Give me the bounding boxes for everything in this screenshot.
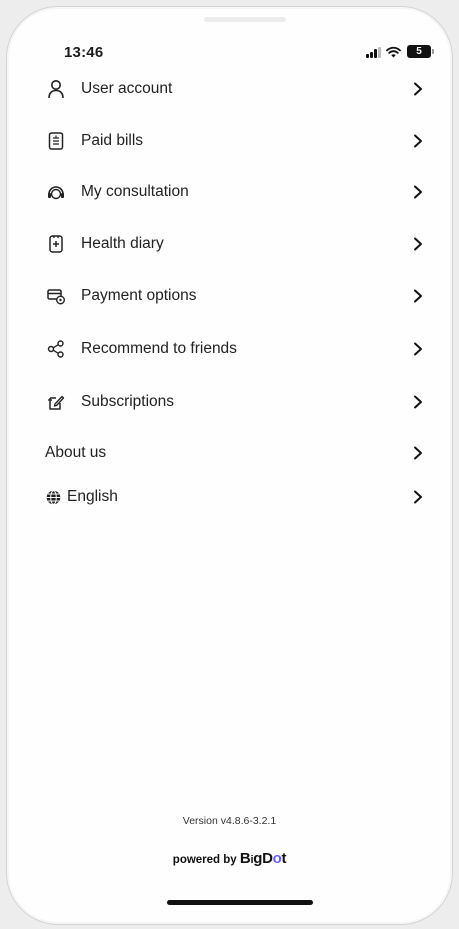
menu-item-subscriptions[interactable]: Subscriptions <box>45 382 425 422</box>
diary-icon <box>45 233 67 255</box>
receipt-icon <box>45 130 67 152</box>
chevron-right-icon <box>411 134 425 148</box>
chevron-right-icon <box>411 289 425 303</box>
bigdot-logo: BigDot <box>239 850 287 867</box>
app-version: Version v4.8.6-3.2.1 <box>182 815 277 827</box>
signal-icon <box>366 47 382 58</box>
menu-item-label: About us <box>45 444 107 461</box>
menu-item-language[interactable]: English <box>45 477 425 517</box>
home-indicator[interactable] <box>167 900 313 905</box>
menu-item-label: Payment options <box>81 287 197 304</box>
menu-item-payment-options[interactable]: Payment options <box>45 276 425 316</box>
share-icon <box>45 338 67 360</box>
chevron-right-icon <box>411 446 425 460</box>
menu-item-label: Recommend to friends <box>81 340 237 357</box>
status-bar: 13:46 5 <box>7 7 452 69</box>
globe-icon <box>45 486 61 508</box>
menu-item-recommend-to-friends[interactable]: Recommend to friends <box>45 329 425 369</box>
status-time: 13:46 <box>64 44 104 61</box>
chevron-right-icon <box>411 185 425 199</box>
chevron-right-icon <box>411 490 425 504</box>
menu-item-about-us[interactable]: About us <box>45 433 425 473</box>
chevron-right-icon <box>411 237 425 251</box>
battery-icon: 5 <box>407 45 434 58</box>
person-icon <box>45 78 67 100</box>
menu-item-label: My consultation <box>81 183 189 200</box>
chevron-right-icon <box>411 82 425 96</box>
menu-item-user-account[interactable]: User account <box>45 69 425 109</box>
menu-item-label: Paid bills <box>81 132 144 149</box>
phone-frame: 13:46 5 User account Paid bills My consu… <box>6 6 453 925</box>
menu-item-label: Health diary <box>81 235 164 252</box>
card-icon <box>45 285 67 307</box>
subscription-icon <box>45 391 67 413</box>
menu-item-label: Subscriptions <box>81 393 175 410</box>
chevron-right-icon <box>411 395 425 409</box>
menu-item-paid-bills[interactable]: Paid bills <box>45 121 425 161</box>
menu-item-label: English <box>67 488 118 505</box>
powered-by: powered by BigDot <box>7 850 452 867</box>
menu-item-my-consultation[interactable]: My consultation <box>45 172 425 212</box>
menu-item-health-diary[interactable]: Health diary <box>45 224 425 264</box>
powered-by-label: powered by <box>172 854 237 866</box>
chevron-right-icon <box>411 342 425 356</box>
menu-item-label: User account <box>81 80 173 97</box>
wifi-icon <box>386 46 401 58</box>
headset-icon <box>45 181 67 203</box>
